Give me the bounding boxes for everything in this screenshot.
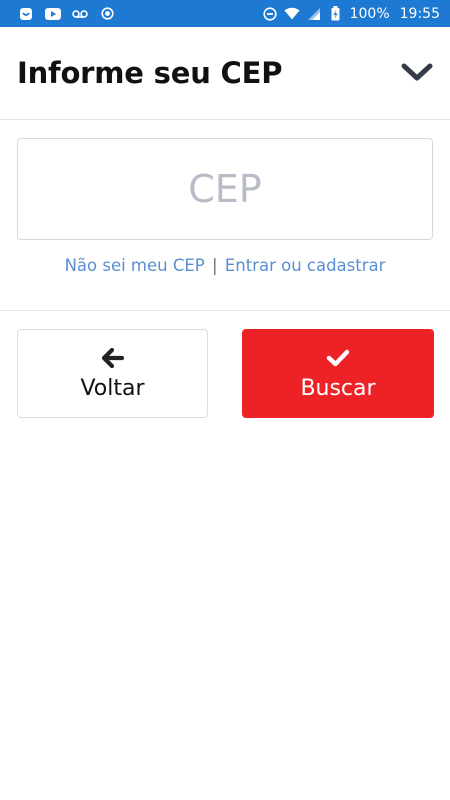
cep-section: Não sei meu CEP | Entrar ou cadastrar (0, 120, 450, 311)
cep-input[interactable] (17, 138, 433, 240)
battery-icon (328, 6, 344, 22)
notification-app-icon (18, 6, 34, 22)
back-button[interactable]: Voltar (17, 329, 208, 418)
search-button-label: Buscar (300, 375, 376, 401)
signal-icon (306, 6, 322, 22)
do-not-disturb-icon (262, 6, 278, 22)
search-button[interactable]: Buscar (242, 329, 434, 418)
page-title: Informe seu CEP (17, 56, 283, 90)
voicemail-icon (72, 6, 88, 22)
cep-links: Não sei meu CEP | Entrar ou cadastrar (0, 256, 450, 275)
collapse-button[interactable] (400, 61, 434, 85)
record-icon (99, 6, 115, 22)
battery-percent: 100% (349, 5, 390, 22)
login-register-link[interactable]: Entrar ou cadastrar (225, 256, 386, 275)
check-icon (326, 347, 350, 369)
back-button-label: Voltar (80, 375, 145, 401)
status-bar: 100% 19:55 (0, 0, 450, 27)
action-buttons: Voltar Buscar (0, 328, 450, 420)
arrow-left-icon (101, 347, 124, 369)
link-separator: | (212, 256, 218, 275)
clock: 19:55 (399, 5, 440, 22)
youtube-icon (45, 6, 61, 22)
status-notifications (18, 6, 115, 22)
chevron-down-icon (401, 63, 433, 81)
status-system: 100% 19:55 (262, 6, 440, 22)
unknown-cep-link[interactable]: Não sei meu CEP (65, 256, 205, 275)
page-header: Informe seu CEP (0, 27, 450, 120)
wifi-icon (284, 6, 300, 22)
